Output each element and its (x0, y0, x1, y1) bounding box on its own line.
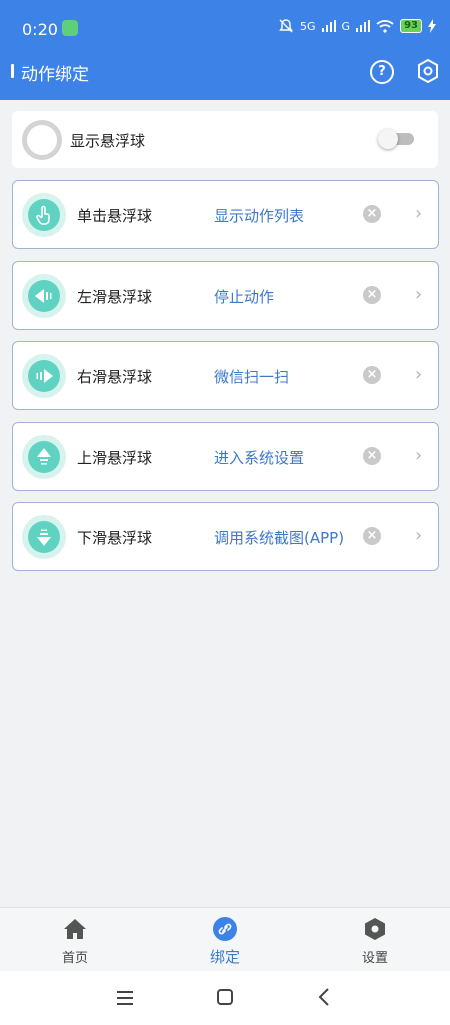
floating-ball-toggle-label: 显示悬浮球 (70, 132, 146, 150)
switch-knob (378, 129, 398, 149)
link-icon (213, 917, 237, 941)
title-bar: 动作绑定 ? (0, 56, 450, 100)
signal-bars-2-icon (356, 20, 371, 32)
clear-binding-icon[interactable]: × (363, 447, 381, 465)
bound-action-label[interactable]: 显示动作列表 (214, 205, 304, 226)
swipe-left-icon (35, 289, 52, 303)
mute-bell-icon (279, 19, 293, 33)
swipe-down-icon (37, 529, 51, 546)
settings-icon (365, 918, 385, 940)
back-icon[interactable] (310, 985, 340, 1011)
swipe-up-icon (37, 448, 51, 465)
settings-hex-icon[interactable] (416, 58, 440, 84)
home-square-icon[interactable] (210, 985, 240, 1011)
nav-binding[interactable]: 绑定 (150, 908, 300, 972)
binding-row-swipe-down[interactable]: 下滑悬浮球 调用系统截图(APP) × › (12, 502, 439, 571)
tap-icon (36, 205, 50, 225)
clear-binding-icon[interactable]: × (363, 527, 381, 545)
chevron-right-icon: › (415, 284, 423, 305)
status-time: 0:20 (22, 20, 58, 39)
bound-action-label[interactable]: 停止动作 (214, 286, 274, 307)
chevron-right-icon: › (415, 525, 423, 546)
bound-action-label[interactable]: 微信扫一扫 (214, 366, 289, 387)
menu-icon[interactable] (110, 985, 140, 1011)
help-button[interactable]: ? (370, 60, 394, 84)
nav-home[interactable]: 首页 (0, 908, 150, 972)
nav-settings-label: 设置 (361, 951, 388, 966)
binding-icon-halo (22, 515, 66, 559)
chevron-right-icon: › (415, 445, 423, 466)
app-header: 0:20 5G G 93 动作绑定 ? (0, 0, 450, 100)
clear-binding-icon[interactable]: × (363, 366, 381, 384)
signal-g-label: G (341, 19, 351, 33)
status-indicators: 5G G 93 (278, 18, 436, 34)
swipe-right-icon (36, 369, 53, 383)
signal-5g-label: 5G (300, 19, 316, 33)
system-navigation-bar (0, 971, 450, 1025)
home-icon (64, 919, 86, 939)
status-bar: 0:20 5G G 93 (0, 0, 450, 56)
clear-binding-icon[interactable]: × (363, 286, 381, 304)
notification-app-icon (62, 20, 78, 36)
wifi-icon (376, 20, 394, 33)
gesture-label: 左滑悬浮球 (77, 288, 153, 306)
floating-ball-preview-icon (22, 120, 62, 160)
floating-ball-switch[interactable] (378, 129, 414, 149)
title-accent-bar (11, 64, 14, 78)
binding-icon-halo (22, 354, 66, 398)
floating-ball-toggle-row: 显示悬浮球 (12, 111, 438, 168)
binding-icon-halo (22, 435, 66, 479)
clear-binding-icon[interactable]: × (363, 205, 381, 223)
binding-row-swipe-left[interactable]: 左滑悬浮球 停止动作 × › (12, 261, 439, 330)
gesture-label: 上滑悬浮球 (77, 449, 153, 467)
chevron-right-icon: › (415, 364, 423, 385)
bottom-navigation: 首页 绑定 设置 (0, 907, 450, 972)
bound-action-label[interactable]: 调用系统截图(APP) (214, 527, 344, 548)
chevron-right-icon: › (415, 203, 423, 224)
battery-indicator: 93 (400, 19, 422, 33)
binding-row-tap[interactable]: 单击悬浮球 显示动作列表 × › (12, 180, 439, 249)
nav-home-label: 首页 (61, 951, 88, 966)
gesture-label: 单击悬浮球 (77, 207, 153, 225)
nav-settings[interactable]: 设置 (300, 908, 450, 972)
gesture-label: 右滑悬浮球 (77, 368, 153, 386)
bound-action-label[interactable]: 进入系统设置 (214, 447, 304, 468)
gesture-label: 下滑悬浮球 (77, 529, 153, 547)
page-title: 动作绑定 (21, 65, 89, 85)
binding-row-swipe-up[interactable]: 上滑悬浮球 进入系统设置 × › (12, 422, 439, 491)
binding-icon-halo (22, 274, 66, 318)
binding-row-swipe-right[interactable]: 右滑悬浮球 微信扫一扫 × › (12, 341, 439, 410)
signal-bars-icon (321, 20, 336, 32)
nav-binding-label: 绑定 (209, 948, 240, 966)
charging-icon (428, 19, 436, 33)
binding-icon-halo (22, 193, 66, 237)
